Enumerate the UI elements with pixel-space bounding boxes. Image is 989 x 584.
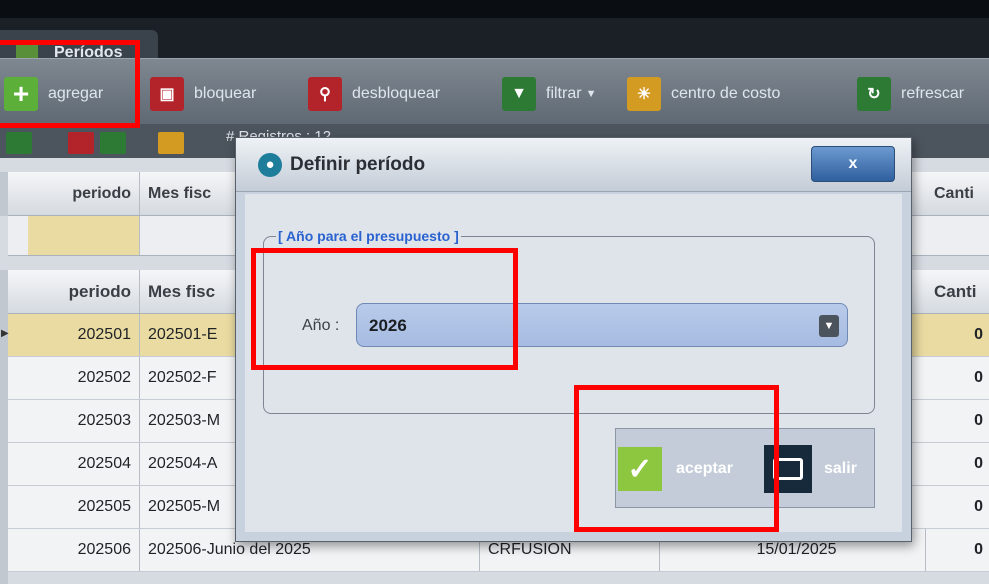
close-icon: x	[848, 155, 858, 172]
gutter	[0, 172, 8, 216]
exit-label: salir	[824, 460, 857, 477]
column-header-cantidad[interactable]: Canti	[926, 172, 989, 215]
cell-mes: 202504-A	[140, 443, 240, 485]
cell-periodo: 202501	[8, 314, 140, 356]
filter-small-icon[interactable]	[6, 132, 32, 154]
exit-button[interactable]: salir	[764, 439, 857, 499]
cell-cantidad: 0	[974, 455, 983, 472]
lock-icon: ▣	[150, 77, 184, 111]
sun-icon: ☀	[627, 77, 661, 111]
sun-small-icon[interactable]	[158, 132, 184, 154]
column-header-mes[interactable]: Mes fisc	[140, 172, 240, 215]
cell-periodo: 202502	[8, 357, 140, 399]
cell-cantidad: 0	[974, 326, 983, 343]
year-value: 2026	[369, 316, 407, 335]
lock-label: bloquear	[194, 85, 257, 102]
budget-year-group: [ Año para el presupuesto ] Año : 2026 ▼	[263, 228, 875, 414]
dialog-button-bar: ✓ aceptar salir	[615, 428, 875, 508]
grid-header-periodo[interactable]: periodo	[8, 270, 140, 313]
dialog-title: Definir período	[290, 153, 426, 175]
cost-center-label: centro de costo	[671, 85, 781, 102]
main-toolbar: + agregar ▣ bloquear ⚲ desbloquear ▼ fil…	[0, 58, 989, 124]
filter-button[interactable]: ▼ filtrar ▼	[502, 77, 597, 111]
cell-cantidad: 0	[974, 412, 983, 429]
exit-icon	[764, 445, 812, 493]
add-button[interactable]: + agregar	[4, 77, 104, 111]
gutter	[0, 314, 8, 584]
group-legend: [ Año para el presupuesto ]	[276, 228, 461, 244]
lock-button[interactable]: ▣ bloquear	[150, 77, 257, 111]
unlock-button[interactable]: ⚲ desbloquear	[308, 77, 441, 111]
power-icon[interactable]	[68, 132, 94, 154]
cell-mes: 202503-M	[140, 400, 240, 442]
cost-center-button[interactable]: ☀ centro de costo	[627, 77, 781, 111]
unlock-label: desbloquear	[352, 85, 441, 102]
cell-periodo: 202506	[8, 529, 140, 571]
cell-cantidad: 0	[974, 369, 983, 386]
year-select[interactable]: 2026 ▼	[356, 303, 848, 347]
cell-cantidad: 0	[974, 541, 983, 558]
cell-mes: 202505-M	[140, 486, 240, 528]
chevron-down-icon[interactable]: ▼	[586, 88, 597, 100]
grid-header-cantidad[interactable]: Canti	[926, 270, 989, 313]
row-pointer-icon: ▶	[1, 328, 9, 339]
globe-icon: ●	[258, 152, 282, 177]
tab-strip: Períodos	[0, 18, 989, 76]
add-label: agregar	[48, 85, 104, 102]
refresh-icon: ↻	[857, 77, 891, 111]
column-header-periodo[interactable]: periodo	[8, 172, 140, 215]
filter-label: filtrar	[546, 85, 582, 102]
cell-periodo: 202503	[8, 400, 140, 442]
gutter	[0, 270, 8, 314]
define-period-dialog: ● Definir período x [ Año para el presup…	[235, 137, 912, 542]
close-button[interactable]: x	[811, 146, 895, 182]
filter-input-periodo[interactable]	[28, 216, 140, 255]
cell-periodo: 202504	[8, 443, 140, 485]
grid-header-mes[interactable]: Mes fisc	[140, 270, 240, 313]
plus-icon: +	[4, 77, 38, 111]
accept-label: aceptar	[676, 460, 733, 477]
chevron-down-icon[interactable]: ▼	[819, 315, 839, 337]
cell-cantidad: 0	[974, 498, 983, 515]
year-label: Año :	[302, 317, 340, 334]
refresh-label: refrescar	[901, 85, 965, 102]
dialog-body: [ Año para el presupuesto ] Año : 2026 ▼…	[245, 194, 902, 532]
window-top-bar	[0, 0, 989, 18]
cell-mes: 202502-F	[140, 357, 240, 399]
check-icon: ✓	[618, 447, 662, 491]
cell-mes: 202501-E	[140, 314, 240, 356]
filter-icon: ▼	[502, 77, 536, 111]
export-icon[interactable]	[100, 132, 126, 154]
key-icon: ⚲	[308, 77, 342, 111]
refresh-button[interactable]: ↻ refrescar	[857, 77, 965, 111]
dialog-title-bar: ● Definir período x	[236, 138, 911, 192]
accept-button[interactable]: ✓ aceptar	[618, 439, 733, 499]
cell-periodo: 202505	[8, 486, 140, 528]
